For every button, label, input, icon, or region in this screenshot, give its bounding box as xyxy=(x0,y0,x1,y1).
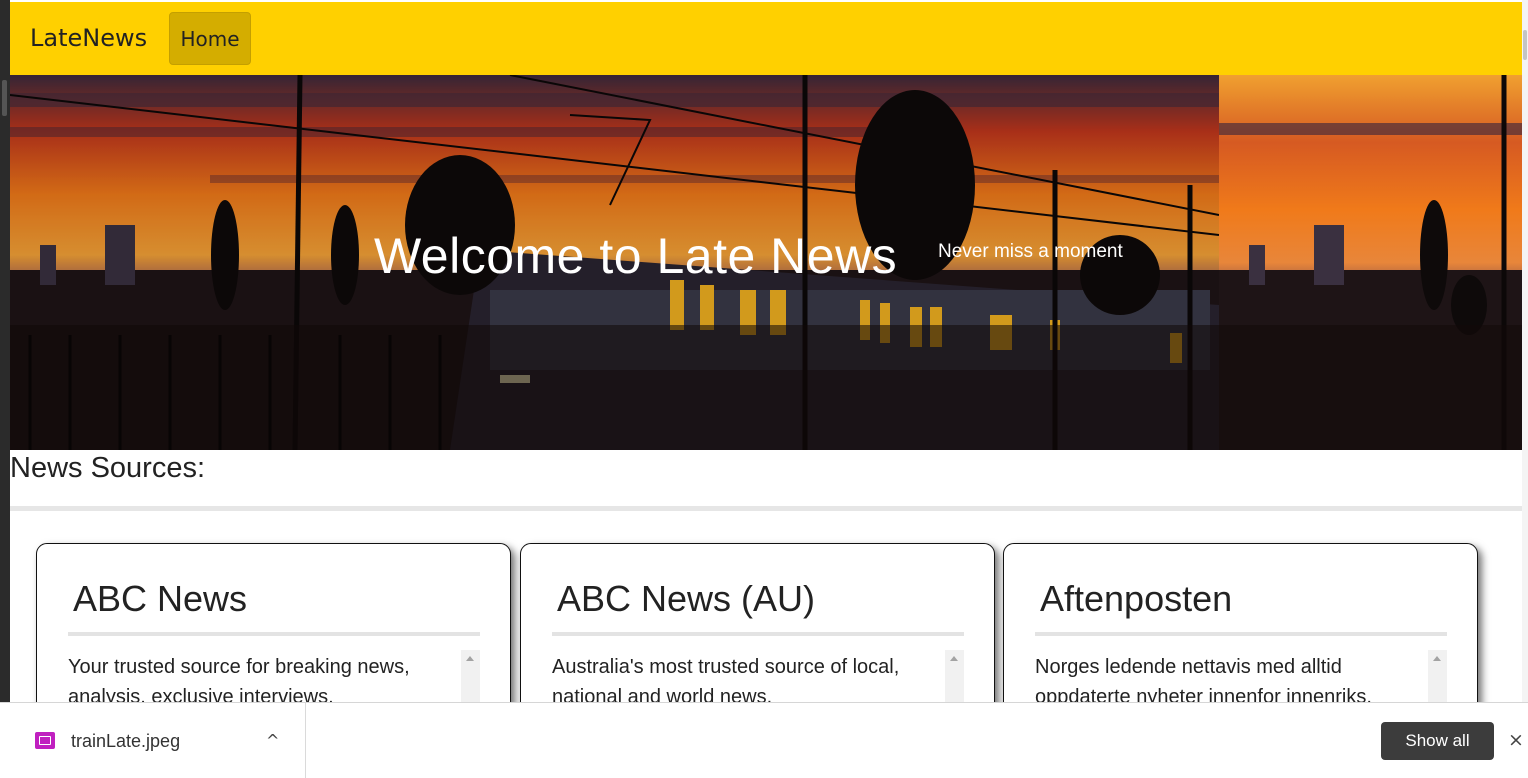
card-divider xyxy=(1035,632,1447,636)
scrollbar-thumb[interactable] xyxy=(1523,30,1527,60)
edge-handle xyxy=(2,80,7,116)
source-card-title[interactable]: ABC News xyxy=(73,578,247,620)
scroll-up-icon[interactable] xyxy=(950,656,958,661)
show-all-button[interactable]: Show all xyxy=(1381,722,1494,760)
download-item[interactable]: trainLate.jpeg ^ xyxy=(0,703,306,778)
hero-title: Welcome to Late News xyxy=(374,228,898,284)
scroll-up-icon[interactable] xyxy=(1433,656,1441,661)
image-file-icon xyxy=(35,732,55,749)
scroll-up-icon[interactable] xyxy=(466,656,474,661)
download-shelf: trainLate.jpeg ^ Show all × xyxy=(0,702,1528,778)
source-card-title[interactable]: ABC News (AU) xyxy=(557,578,815,620)
hero-subtitle: Never miss a moment xyxy=(938,241,1123,262)
download-file-name[interactable]: trainLate.jpeg xyxy=(71,731,180,752)
chevron-up-icon[interactable]: ^ xyxy=(266,731,279,750)
page-scrollbar[interactable] xyxy=(1522,0,1528,777)
card-divider xyxy=(68,632,480,636)
nav-home-button[interactable]: Home xyxy=(169,12,251,65)
hero-banner: Welcome to Late News Never miss a moment xyxy=(10,75,1522,450)
card-divider xyxy=(552,632,964,636)
news-sources-heading: News Sources: xyxy=(10,452,206,484)
source-card-title[interactable]: Aftenposten xyxy=(1040,578,1232,620)
hero-image-repeat xyxy=(1219,75,1522,450)
window-left-edge xyxy=(0,0,10,777)
section-divider xyxy=(10,506,1522,511)
navbar: LateNews Home xyxy=(10,2,1522,75)
close-icon[interactable]: × xyxy=(1508,729,1524,751)
brand-logo[interactable]: LateNews xyxy=(30,24,147,52)
page: LateNews Home Welcome to Late News Never… xyxy=(10,0,1522,777)
